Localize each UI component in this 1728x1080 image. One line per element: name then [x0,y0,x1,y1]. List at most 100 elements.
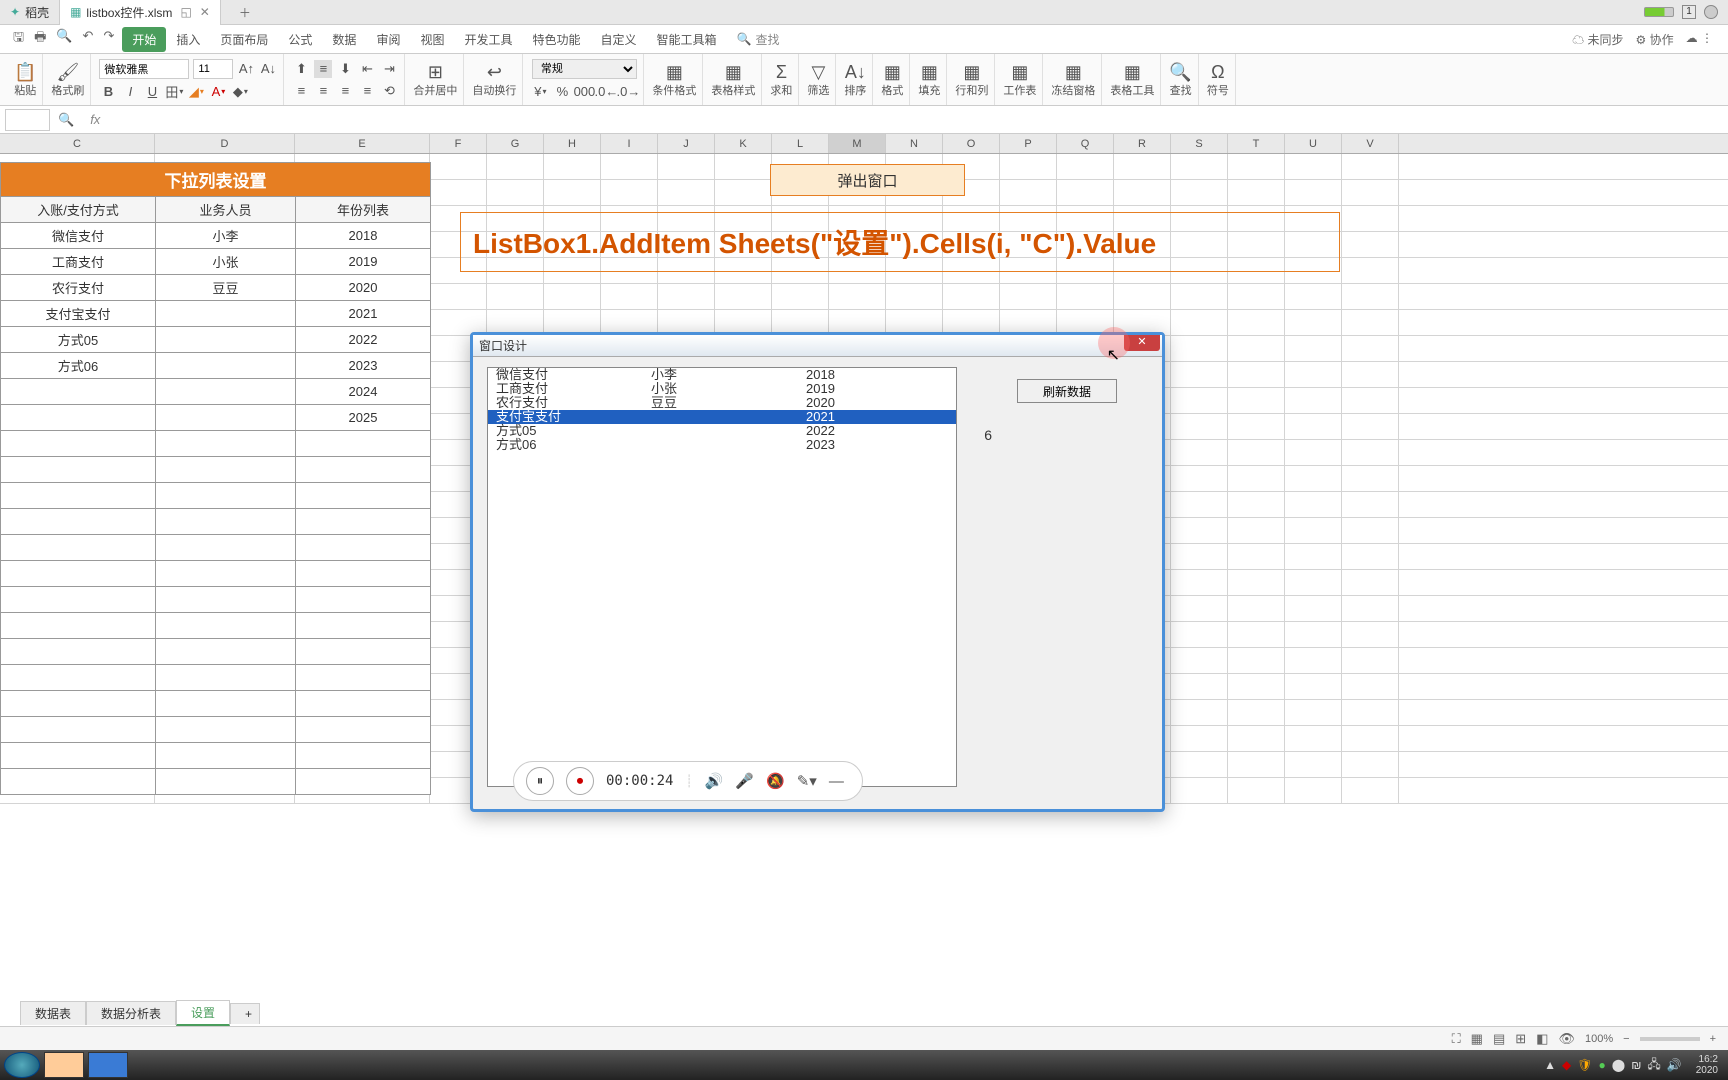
network-icon[interactable]: 🖧 [1647,1055,1660,1076]
listbox-row[interactable]: 微信支付小李2018 [488,368,956,382]
table-cell[interactable] [156,743,296,769]
table-cell[interactable] [156,587,296,613]
listbox-row[interactable]: 农行支付豆豆2020 [488,396,956,410]
reading-view-icon[interactable]: ⊞ [1515,1031,1526,1047]
ribbon-search[interactable]: 🔍查找 [737,31,780,48]
table-cell[interactable] [1,431,156,457]
table-cell[interactable]: 2023 [296,353,431,379]
shell-tab[interactable]: ✦稻壳 [0,0,60,25]
filter-button[interactable]: ▽筛选 [807,62,829,98]
col-header[interactable]: U [1285,134,1342,153]
table-cell[interactable] [1,639,156,665]
tray-icon[interactable]: ₪ [1631,1058,1641,1072]
tab-data[interactable]: 数据 [322,27,366,52]
table-cell[interactable] [1,509,156,535]
col-header[interactable]: G [487,134,544,153]
clock[interactable]: 16:22020 [1688,1054,1718,1076]
file-tab[interactable]: ▦listbox控件.xlsm◱✕ [60,0,221,25]
align-right-icon[interactable]: ≡ [336,82,354,100]
col-header[interactable]: H [544,134,601,153]
tab-formula[interactable]: 公式 [278,27,322,52]
fx-icon[interactable]: fx [90,112,100,127]
sum-button[interactable]: Σ求和 [770,62,792,98]
table-cell[interactable]: 方式06 [1,353,156,379]
preview-icon[interactable]: 🔍 [56,28,72,50]
eye-icon[interactable]: 👁 [1558,1031,1575,1047]
more-icon[interactable]: ⋮ [1686,31,1713,48]
freeze-button[interactable]: ▦冻结窗格 [1051,62,1095,98]
table-style-button[interactable]: ▦表格样式 [711,62,755,98]
tray-icon[interactable]: ⬤ [1612,1058,1625,1072]
table-cell[interactable] [296,483,431,509]
italic-icon[interactable]: I [121,83,139,101]
restore-icon[interactable]: ◱ [180,5,191,19]
tray-icon[interactable]: ● [1599,1058,1606,1072]
sound-icon[interactable]: 🔊 [1667,1058,1682,1072]
table-cell[interactable] [296,691,431,717]
table-cell[interactable]: 豆豆 [156,275,296,301]
table-cell[interactable] [156,717,296,743]
wps-icon[interactable] [88,1052,128,1078]
stop-button[interactable]: ⏺ [566,767,594,795]
tray-icon[interactable]: ◆ [1562,1058,1571,1072]
table-cell[interactable] [156,665,296,691]
table-cell[interactable] [156,405,296,431]
table-cell[interactable]: 农行支付 [1,275,156,301]
table-cell[interactable] [1,587,156,613]
col-header[interactable]: Q [1057,134,1114,153]
highlight-icon[interactable]: ◆ [231,83,249,101]
table-cell[interactable] [156,769,296,795]
align-mid-icon[interactable]: ≡ [314,60,332,78]
table-cell[interactable] [156,509,296,535]
table-cell[interactable]: 2020 [296,275,431,301]
font-name-input[interactable] [99,59,189,79]
dec-decimal-icon[interactable]: .0→ [619,83,637,101]
listbox-row[interactable]: 方式062023 [488,438,956,452]
align-left-icon[interactable]: ≡ [292,82,310,100]
table-cell[interactable] [296,431,431,457]
table-cell[interactable] [296,639,431,665]
sheet-tab[interactable]: 数据表 [20,1001,86,1025]
table-cell[interactable]: 方式05 [1,327,156,353]
table-cell[interactable] [156,327,296,353]
col-header[interactable]: R [1114,134,1171,153]
volume-icon[interactable]: 🔊 [705,772,724,790]
minimize-icon[interactable]: — [829,773,844,790]
table-cell[interactable]: 小李 [156,223,296,249]
listbox-row[interactable]: 支付宝支付2021 [488,410,956,424]
table-cell[interactable] [1,769,156,795]
tab-smart[interactable]: 智能工具箱 [647,27,727,52]
rowcol-button[interactable]: ▦行和列 [955,62,988,98]
table-cell[interactable] [156,483,296,509]
col-header[interactable]: L [772,134,829,153]
sync-status[interactable]: 未同步 [1572,31,1623,48]
table-cell[interactable] [296,613,431,639]
table-cell[interactable] [156,431,296,457]
format-brush[interactable]: 🖌格式刷 [51,62,84,98]
normal-view-icon[interactable]: ▦ [1471,1031,1483,1047]
currency-icon[interactable]: ¥ [531,83,549,101]
comma-icon[interactable]: 000 [575,83,593,101]
print-icon[interactable]: 🖶 [34,28,46,50]
close-icon[interactable]: ✕ [200,5,210,19]
tab-custom[interactable]: 自定义 [591,27,647,52]
table-cell[interactable]: 2019 [296,249,431,275]
refresh-button[interactable]: 刷新数据 [1017,379,1117,403]
table-cell[interactable] [156,457,296,483]
tab-special[interactable]: 特色功能 [522,27,590,52]
zoom-icon[interactable]: 🔍 [58,112,74,128]
col-header[interactable]: P [1000,134,1057,153]
table-cell[interactable] [1,483,156,509]
decrease-font-icon[interactable]: A↓ [259,60,277,78]
number-format-select[interactable]: 常规 [532,59,637,79]
increase-font-icon[interactable]: A↑ [237,60,255,78]
tab-start[interactable]: 开始 [122,27,166,52]
indent-dec-icon[interactable]: ⇤ [358,60,376,78]
new-tab[interactable]: ＋ [221,0,261,25]
orientation-icon[interactable]: ⟲ [380,82,398,100]
pause-button[interactable]: ⏸ [526,767,554,795]
symbol-button[interactable]: Ω符号 [1207,62,1229,98]
zoom-out-icon[interactable]: − [1623,1033,1629,1045]
listbox[interactable]: 微信支付小李2018工商支付小张2019农行支付豆豆2020支付宝支付2021方… [487,367,957,787]
table-cell[interactable] [296,561,431,587]
